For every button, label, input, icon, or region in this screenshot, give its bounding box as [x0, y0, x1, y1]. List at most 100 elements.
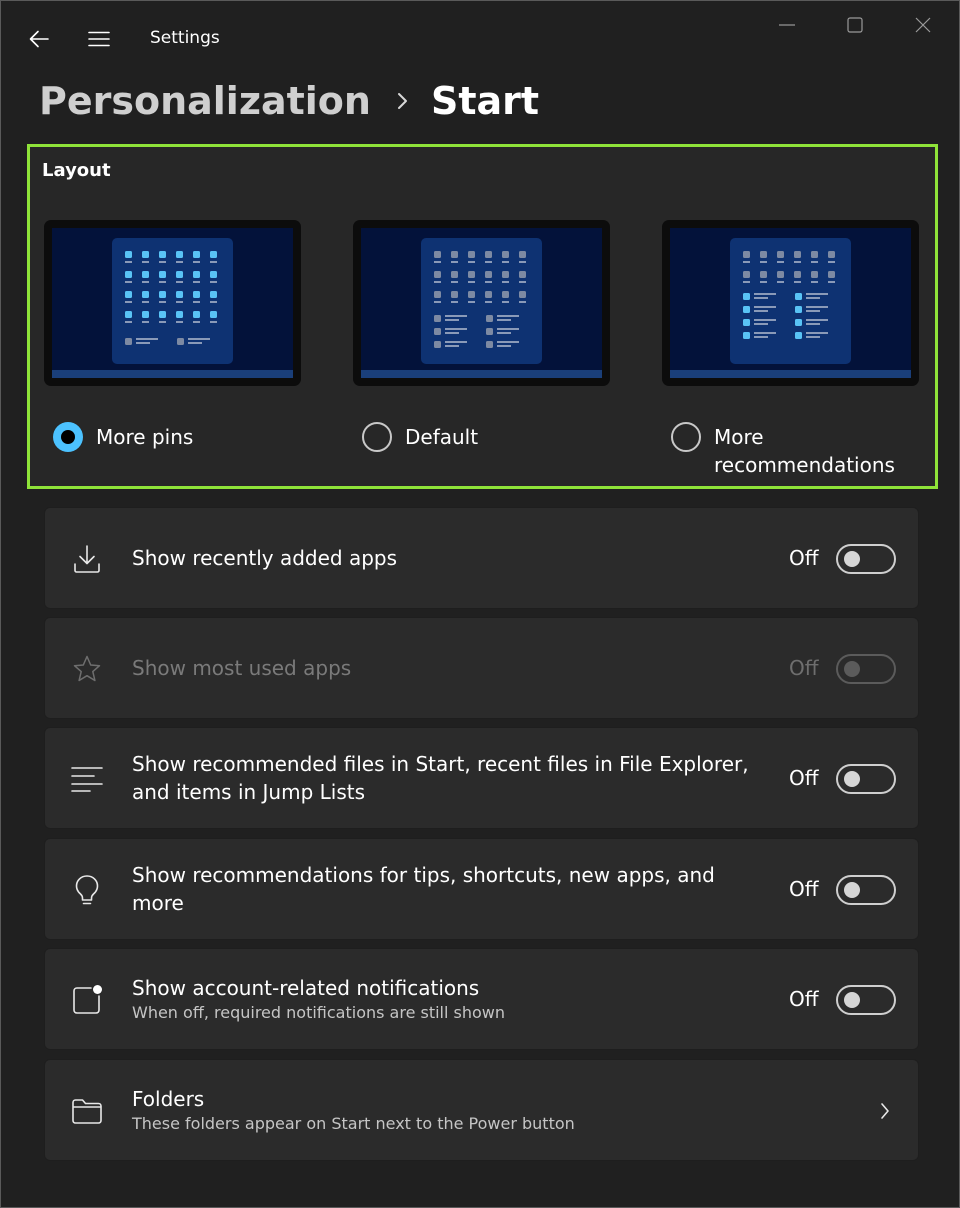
preview-tile — [743, 306, 750, 313]
preview-text-line — [777, 261, 784, 263]
radio-button[interactable] — [671, 422, 701, 452]
preview-text-line — [451, 281, 458, 283]
layout-preview-more-pins[interactable] — [44, 220, 301, 386]
setting-tips-recommendations: Show recommendations for tips, shortcuts… — [44, 838, 919, 940]
preview-tile — [468, 271, 475, 278]
setting-recommended-files: Show recommended files in Start, recent … — [44, 727, 919, 829]
maximize-button[interactable] — [835, 9, 875, 41]
setting-text: Folders These folders appear on Start ne… — [132, 1060, 752, 1160]
preview-tile — [210, 311, 217, 318]
preview-text-line — [159, 321, 166, 323]
preview-tile — [210, 291, 217, 298]
preview-screen — [670, 228, 911, 378]
preview-tile — [794, 251, 801, 258]
preview-text-line — [806, 293, 828, 295]
preview-text-line — [502, 261, 509, 263]
preview-start-menu — [421, 238, 542, 364]
star-icon — [71, 653, 103, 685]
preview-text-line — [828, 261, 835, 263]
recommended-files-toggle[interactable] — [836, 764, 896, 794]
radio-more-recommendations[interactable]: More recommendations — [671, 422, 895, 479]
preview-tile — [159, 311, 166, 318]
preview-tile — [502, 291, 509, 298]
preview-text-line — [451, 261, 458, 263]
layout-preview-default[interactable] — [353, 220, 610, 386]
preview-text-line — [754, 310, 768, 312]
setting-folders[interactable]: Folders These folders appear on Start ne… — [44, 1059, 919, 1161]
preview-screen — [361, 228, 602, 378]
radio-default[interactable]: Default — [362, 422, 478, 452]
list-icon — [71, 763, 103, 795]
preview-text-line — [210, 301, 217, 303]
setting-title: Folders — [132, 1087, 205, 1111]
preview-tile — [777, 251, 784, 258]
layout-section: Layout More pins Default More recommenda… — [27, 144, 938, 489]
toggle-state-label: Off — [789, 766, 819, 790]
preview-text-line — [445, 319, 459, 321]
preview-text-line — [125, 321, 132, 323]
preview-tile — [125, 271, 132, 278]
page-title: Start — [430, 79, 540, 123]
preview-text-line — [193, 261, 200, 263]
preview-text-line — [445, 332, 459, 334]
preview-tile — [760, 271, 767, 278]
breadcrumb-personalization-link[interactable]: Personalization — [39, 79, 371, 123]
preview-tile — [794, 271, 801, 278]
preview-taskbar — [52, 370, 293, 378]
preview-text-line — [806, 323, 820, 325]
minimize-button[interactable] — [767, 9, 807, 41]
preview-text-line — [519, 261, 526, 263]
tips-recommendations-toggle[interactable] — [836, 875, 896, 905]
preview-text-line — [445, 328, 467, 330]
preview-text-line — [519, 301, 526, 303]
preview-text-line — [125, 261, 132, 263]
preview-tile — [177, 338, 184, 345]
preview-tile — [176, 311, 183, 318]
radio-button-selected[interactable] — [53, 422, 83, 452]
preview-text-line — [468, 261, 475, 263]
preview-text-line — [434, 281, 441, 283]
preview-text-line — [754, 332, 776, 334]
back-button[interactable] — [23, 23, 55, 55]
preview-text-line — [828, 281, 835, 283]
preview-text-line — [142, 321, 149, 323]
preview-text-line — [806, 336, 820, 338]
preview-text-line — [176, 301, 183, 303]
radio-button[interactable] — [362, 422, 392, 452]
preview-text-line — [176, 261, 183, 263]
preview-text-line — [210, 321, 217, 323]
preview-start-menu — [730, 238, 851, 364]
preview-start-menu — [112, 238, 233, 364]
breadcrumb: Personalization Start — [39, 73, 539, 129]
radio-label: More recommendations — [714, 423, 895, 479]
preview-text-line — [806, 306, 828, 308]
preview-tile — [486, 328, 493, 335]
preview-text-line — [806, 319, 828, 321]
preview-text-line — [434, 261, 441, 263]
navigation-menu-button[interactable] — [83, 23, 115, 55]
preview-tile — [502, 271, 509, 278]
window-title: Settings — [150, 28, 220, 48]
preview-text-line — [142, 261, 149, 263]
preview-tile — [159, 251, 166, 258]
preview-tile — [795, 306, 802, 313]
lightbulb-icon — [71, 874, 103, 906]
preview-text-line — [497, 341, 519, 343]
toggle-state-label: Off — [789, 987, 819, 1011]
preview-tile — [451, 271, 458, 278]
preview-text-line — [754, 323, 768, 325]
close-button[interactable] — [903, 9, 943, 41]
preview-text-line — [777, 281, 784, 283]
setting-text: Show recently added apps — [132, 508, 752, 608]
preview-tile — [125, 291, 132, 298]
preview-text-line — [434, 301, 441, 303]
account-notifications-toggle[interactable] — [836, 985, 896, 1015]
preview-tile — [743, 251, 750, 258]
preview-text-line — [159, 281, 166, 283]
radio-more-pins[interactable]: More pins — [53, 422, 193, 452]
recently-added-apps-toggle[interactable] — [836, 544, 896, 574]
layout-preview-more-recommendations[interactable] — [662, 220, 919, 386]
preview-text-line — [743, 281, 750, 283]
preview-text-line — [811, 261, 818, 263]
preview-tile — [828, 251, 835, 258]
